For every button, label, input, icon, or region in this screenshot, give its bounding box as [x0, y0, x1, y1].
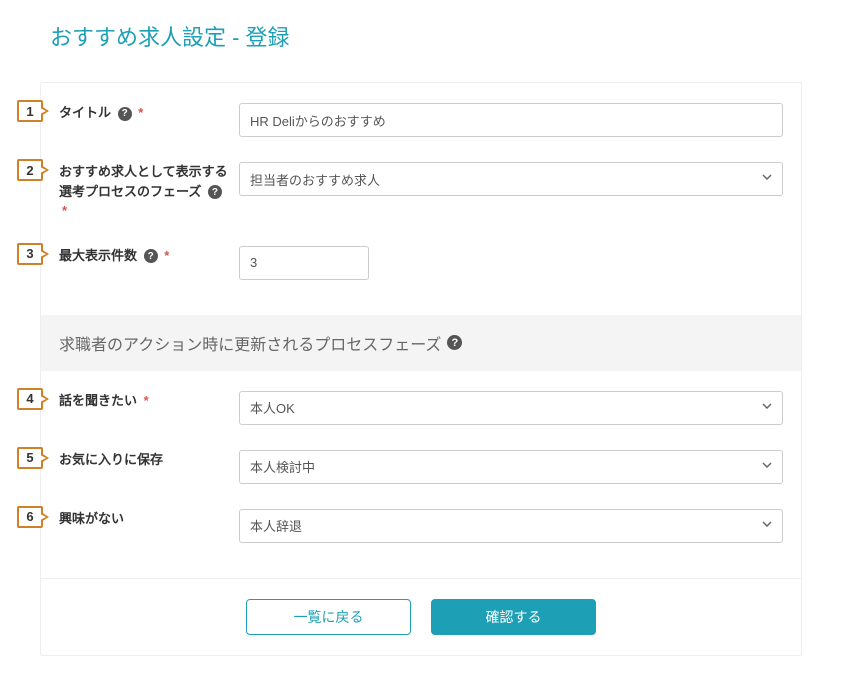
required-mark: *: [164, 248, 169, 263]
phase-select-value: 担当者のおすすめ求人: [250, 170, 380, 189]
not-interested-value: 本人辞退: [250, 516, 302, 535]
help-icon[interactable]: ?: [447, 335, 462, 350]
favorite-select[interactable]: 本人検討中: [239, 450, 783, 484]
phase-select[interactable]: 担当者のおすすめ求人: [239, 162, 783, 196]
row-favorite: 5 お気に入りに保存 本人検討中: [59, 450, 783, 484]
label-max-count-text: 最大表示件数: [59, 248, 137, 263]
badge-4: 4: [17, 388, 43, 410]
row-title: 1 タイトル ? *: [59, 103, 783, 137]
back-button[interactable]: 一覧に戻る: [246, 599, 411, 635]
chevron-down-icon: [762, 462, 772, 472]
row-phase: 2 おすすめ求人として表示する選考プロセスのフェーズ ? * 担当者のおすすめ求…: [59, 162, 783, 221]
help-icon[interactable]: ?: [118, 107, 132, 121]
label-max-count: 最大表示件数 ? *: [59, 246, 239, 266]
required-mark: *: [144, 393, 149, 408]
chevron-down-icon: [762, 403, 772, 413]
badge-1: 1: [17, 100, 43, 122]
badge-6: 6: [17, 506, 43, 528]
want-to-hear-value: 本人OK: [250, 398, 295, 417]
title-input[interactable]: [239, 103, 783, 137]
form-card: 1 タイトル ? * 2 おすすめ求人として表示する選考プロセスのフェーズ ? …: [40, 82, 802, 656]
confirm-button[interactable]: 確認する: [431, 599, 596, 635]
favorite-value: 本人検討中: [250, 457, 315, 476]
badge-2: 2: [17, 159, 43, 181]
row-max-count: 3 最大表示件数 ? *: [59, 246, 783, 280]
row-want-to-hear: 4 話を聞きたい * 本人OK: [59, 391, 783, 425]
label-title: タイトル ? *: [59, 103, 239, 123]
section-header: 求職者のアクション時に更新されるプロセスフェーズ ?: [41, 315, 801, 371]
required-mark: *: [138, 105, 143, 120]
chevron-down-icon: [762, 174, 772, 184]
badge-3: 3: [17, 243, 43, 265]
not-interested-select[interactable]: 本人辞退: [239, 509, 783, 543]
label-phase-text: おすすめ求人として表示する選考プロセスのフェーズ: [59, 164, 228, 199]
page-title: おすすめ求人設定 - 登録: [40, 20, 802, 52]
label-want-to-hear-text: 話を聞きたい: [59, 393, 137, 408]
want-to-hear-select[interactable]: 本人OK: [239, 391, 783, 425]
help-icon[interactable]: ?: [208, 185, 222, 199]
max-count-input[interactable]: [239, 246, 369, 280]
badge-5: 5: [17, 447, 43, 469]
help-icon[interactable]: ?: [144, 249, 158, 263]
label-favorite: お気に入りに保存: [59, 450, 239, 470]
footer: 一覧に戻る 確認する: [41, 578, 801, 655]
label-not-interested: 興味がない: [59, 509, 239, 529]
label-title-text: タイトル: [59, 105, 111, 120]
chevron-down-icon: [762, 521, 772, 531]
row-not-interested: 6 興味がない 本人辞退: [59, 509, 783, 543]
required-mark: *: [62, 203, 67, 218]
label-not-interested-text: 興味がない: [59, 511, 124, 526]
section-header-text: 求職者のアクション時に更新されるプロセスフェーズ: [59, 331, 441, 355]
label-favorite-text: お気に入りに保存: [59, 452, 163, 467]
label-phase: おすすめ求人として表示する選考プロセスのフェーズ ? *: [59, 162, 239, 221]
label-want-to-hear: 話を聞きたい *: [59, 391, 239, 411]
